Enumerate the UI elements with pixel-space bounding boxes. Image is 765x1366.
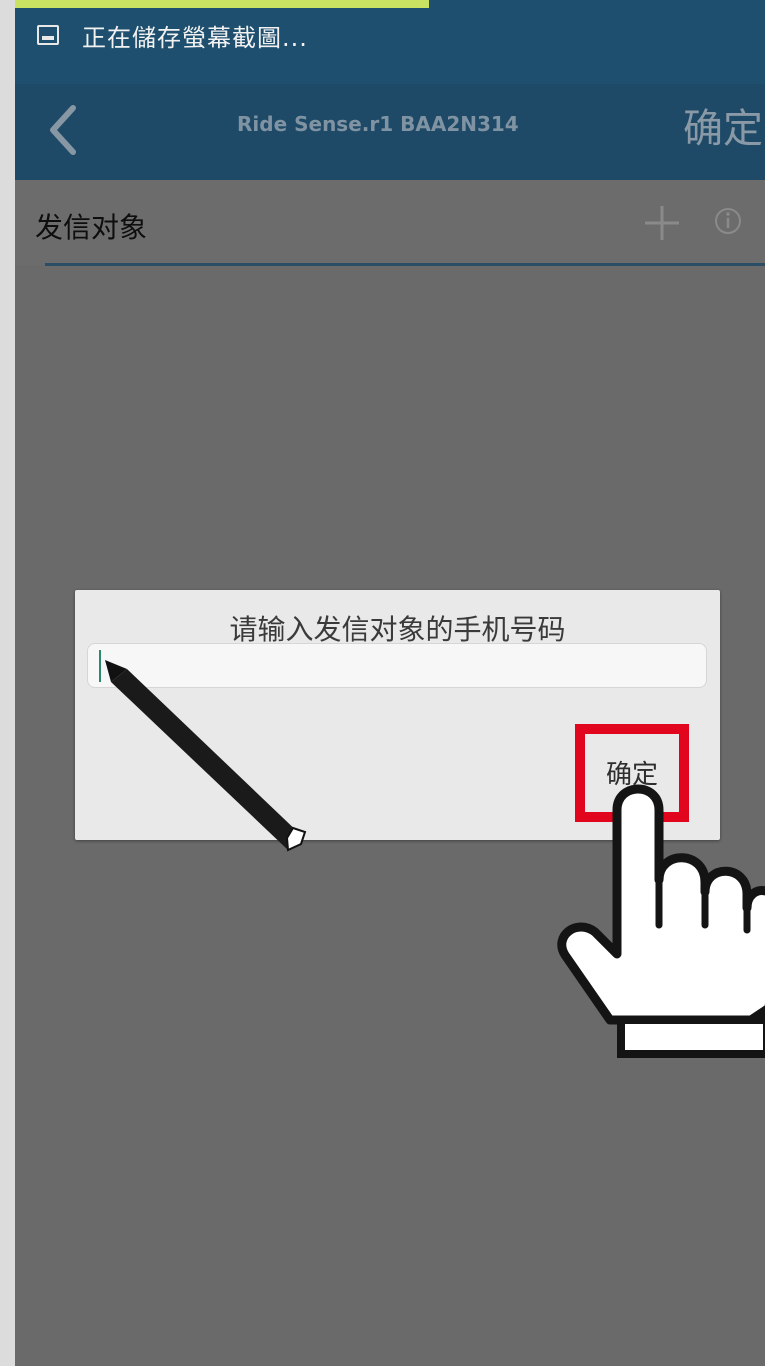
section-title: 发信对象 [35, 211, 148, 244]
status-bar: 正在儲存螢幕截圖... [15, 0, 765, 84]
phone-screen: 正在儲存螢幕截圖... Ride Sense.r1 BAA2N314 确定 发信… [15, 0, 765, 1366]
text-caret [99, 650, 101, 682]
hand-pointer-icon [557, 784, 765, 1058]
chevron-left-icon[interactable] [43, 100, 83, 160]
app-bar: Ride Sense.r1 BAA2N314 确定 [15, 84, 765, 180]
info-icon[interactable] [713, 206, 743, 236]
dialog-title: 请输入发信对象的手机号码 [229, 613, 566, 646]
plus-icon[interactable] [643, 204, 681, 242]
app-bar-confirm-button[interactable]: 确定 [683, 96, 763, 154]
app-title: Ride Sense.r1 BAA2N314 [237, 112, 519, 136]
screenshot-icon [37, 25, 59, 45]
screenshot-progress-bar [15, 0, 429, 8]
recipient-section-header: 发信对象 [15, 180, 765, 265]
pencil-icon [105, 660, 307, 852]
section-divider [45, 263, 765, 266]
status-notification-text: 正在儲存螢幕截圖... [82, 24, 308, 52]
